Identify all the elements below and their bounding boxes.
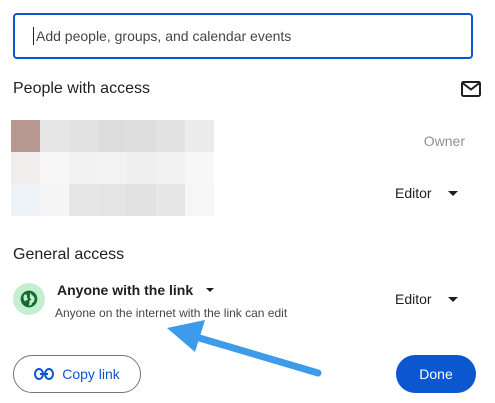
text-cursor [33, 27, 34, 45]
link-role-label: Editor [395, 291, 432, 307]
caret-down-icon [206, 288, 215, 292]
general-access-dropdown[interactable]: Anyone with the link [57, 282, 215, 298]
redacted-user-list [11, 120, 214, 216]
caret-down-icon [447, 296, 458, 302]
globe-icon-container [13, 283, 45, 315]
link-role-dropdown[interactable]: Editor [395, 291, 458, 307]
people-with-access-title: People with access [13, 80, 150, 97]
add-people-input[interactable] [36, 28, 456, 44]
copy-link-button[interactable]: Copy link [13, 355, 141, 393]
done-button[interactable]: Done [396, 355, 476, 393]
owner-role-label: Owner [423, 133, 465, 149]
general-access-description: Anyone on the internet with the link can… [55, 306, 288, 320]
user-role-label: Editor [395, 185, 432, 201]
caret-down-icon [447, 190, 458, 196]
globe-icon [20, 290, 38, 308]
general-access-label: Anyone with the link [57, 282, 194, 298]
add-people-input-container[interactable] [13, 13, 473, 59]
user-role-dropdown[interactable]: Editor [395, 185, 458, 201]
general-access-title: General access [13, 246, 125, 263]
link-icon [34, 368, 55, 380]
mail-icon[interactable] [461, 81, 481, 97]
copy-link-label: Copy link [62, 366, 120, 382]
